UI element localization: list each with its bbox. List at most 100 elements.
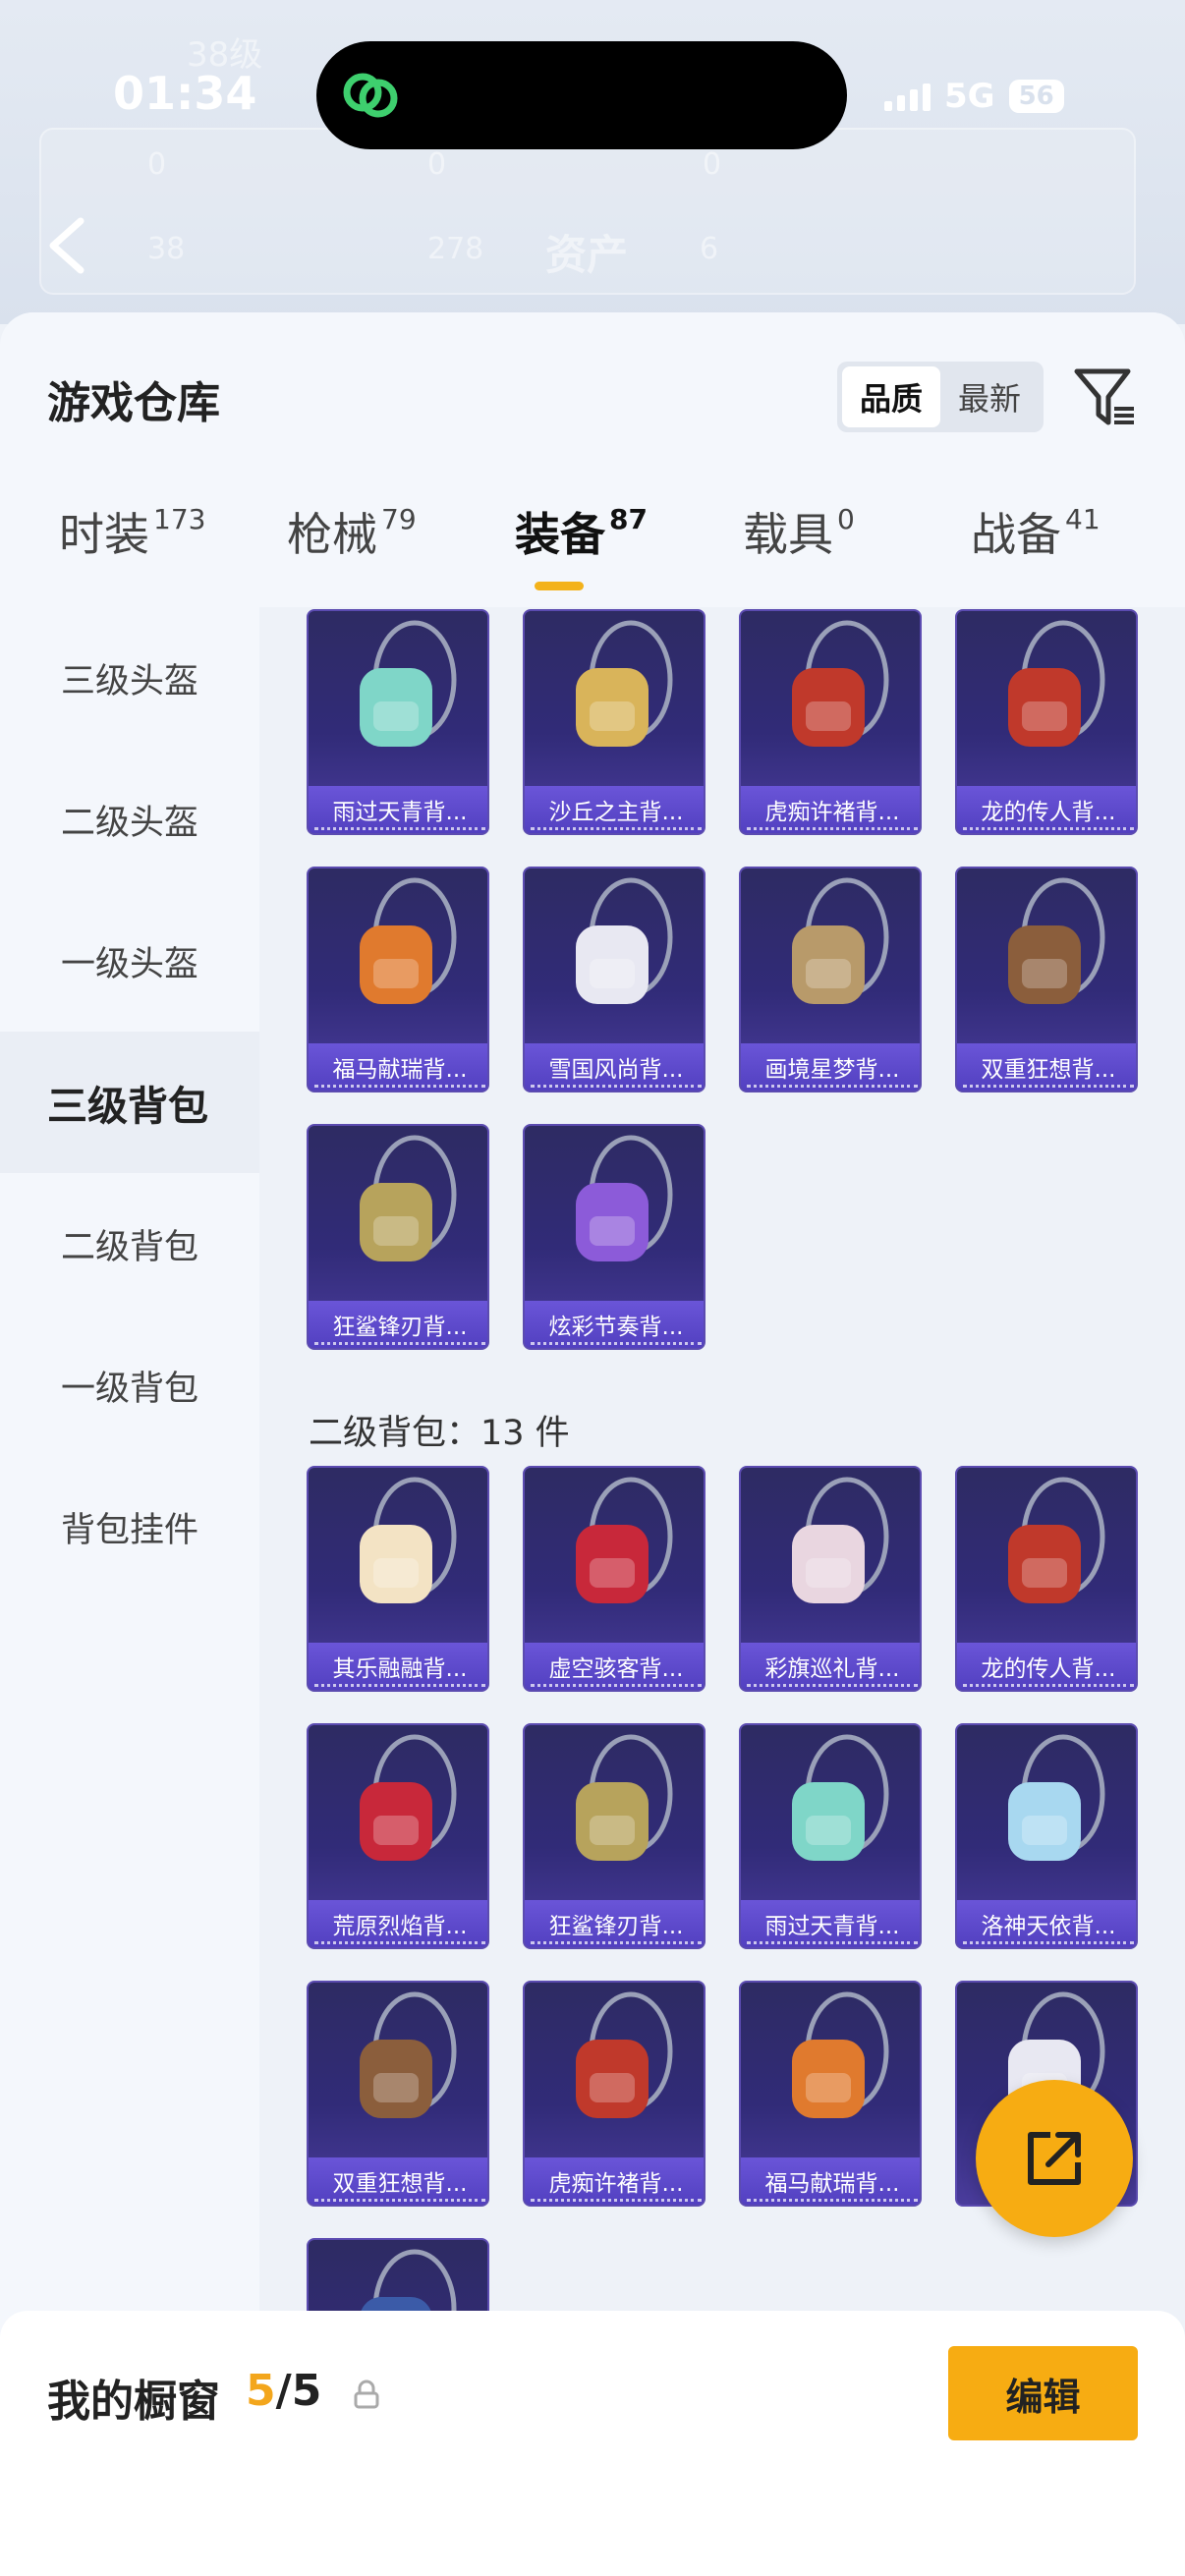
dynamic-island xyxy=(316,41,847,149)
item-card[interactable]: 炫彩节奏背... xyxy=(523,1124,705,1350)
item-card-label: 龙的传人背... xyxy=(957,1643,1136,1690)
backpack-icon xyxy=(1008,1477,1105,1603)
tab-vehicles[interactable]: 载具 0 xyxy=(743,499,855,564)
item-card[interactable]: 福马献瑞背... xyxy=(307,867,489,1092)
sort-toggle: 品质 最新 xyxy=(837,362,1044,432)
item-card-label: 雨过天青背... xyxy=(309,786,487,833)
panel-header: 游戏仓库 品质 最新 时装 173 枪械 79 装备 87 载具 0 战备 41 xyxy=(0,312,1185,607)
item-card-label: 虎痴许褚背... xyxy=(741,786,920,833)
showcase-title: 我的橱窗 xyxy=(47,2377,220,2427)
item-card[interactable]: 画境星梦背... xyxy=(739,867,922,1092)
share-icon xyxy=(1028,2132,1081,2185)
item-card-label: 福马献瑞背... xyxy=(309,1043,487,1091)
item-card-label: 雪国风尚背... xyxy=(525,1043,704,1091)
edit-button[interactable]: 编辑 xyxy=(948,2346,1138,2440)
item-card[interactable]: 洛神天依背... xyxy=(955,1723,1138,1949)
item-card[interactable]: 狂鲨锋刃背... xyxy=(307,1124,489,1350)
item-card-label: 其乐融融背... xyxy=(309,1643,487,1690)
tab-combat-gear[interactable]: 战备 41 xyxy=(971,499,1100,564)
item-card-label: 彩旗巡礼背... xyxy=(741,1643,920,1690)
backpack-icon xyxy=(792,877,889,1004)
stat-e: 278 xyxy=(427,232,484,266)
item-card-label: 龙的传人背... xyxy=(957,786,1136,833)
sort-latest-button[interactable]: 最新 xyxy=(940,366,1039,427)
section-title-level2: 二级背包：13 件 xyxy=(309,1414,570,1453)
sidebar-item-helmet-1[interactable]: 一级头盔 xyxy=(0,890,259,1032)
backpack-icon xyxy=(1008,1734,1105,1861)
stat-f: 6 xyxy=(700,232,719,266)
back-button[interactable] xyxy=(39,211,98,280)
item-card[interactable]: 雨过天青背... xyxy=(307,609,489,835)
item-card-label: 荒原烈焰背... xyxy=(309,1900,487,1947)
item-card[interactable]: 龙的传人背... xyxy=(955,1466,1138,1692)
backpack-icon xyxy=(360,1135,457,1261)
stat-d: 38 xyxy=(147,232,186,266)
share-button[interactable] xyxy=(976,2080,1133,2237)
item-card[interactable]: 双重狂想背... xyxy=(955,867,1138,1092)
item-card[interactable]: 雪国风尚背... xyxy=(523,867,705,1092)
item-card[interactable]: 荒原烈焰背... xyxy=(307,1723,489,1949)
item-card-label: 福马献瑞背... xyxy=(741,2157,920,2205)
item-card-label: 虎痴许褚背... xyxy=(525,2157,704,2205)
item-card[interactable]: 沙丘之主背... xyxy=(523,609,705,835)
sidebar-item-helmet-2[interactable]: 二级头盔 xyxy=(0,749,259,890)
item-card[interactable]: 虎痴许褚背... xyxy=(739,609,922,835)
backpack-icon xyxy=(360,1991,457,2118)
item-card[interactable]: 龙的传人背... xyxy=(955,609,1138,835)
item-grid: 二级背包：13 件 雨过天青背... 沙丘之主背... 虎痴许褚背... 龙的传人背.… xyxy=(259,607,1185,2576)
backpack-icon xyxy=(360,877,457,1004)
item-card-label: 洛神天依背... xyxy=(957,1900,1136,1947)
backpack-icon xyxy=(792,1734,889,1861)
sidebar-item-backpack-3[interactable]: 三级背包 xyxy=(0,1032,259,1173)
backpack-icon xyxy=(792,1477,889,1603)
item-card-label: 沙丘之主背... xyxy=(525,786,704,833)
backpack-icon xyxy=(792,620,889,747)
filter-icon[interactable] xyxy=(1071,364,1138,430)
item-card-label: 双重狂想背... xyxy=(309,2157,487,2205)
sidebar-item-backpack-charm[interactable]: 背包挂件 xyxy=(0,1456,259,1597)
network-type: 5G xyxy=(944,77,995,116)
showcase-count: 5/5 xyxy=(246,2366,322,2416)
item-card[interactable]: 彩旗巡礼背... xyxy=(739,1466,922,1692)
backpack-icon xyxy=(1008,877,1105,1004)
item-card[interactable]: 其乐融融背... xyxy=(307,1466,489,1692)
sidebar-item-backpack-1[interactable]: 一级背包 xyxy=(0,1315,259,1456)
item-card-label: 双重狂想背... xyxy=(957,1043,1136,1091)
item-card-label: 炫彩节奏背... xyxy=(525,1301,704,1348)
stat-b: 0 xyxy=(427,147,447,182)
item-card[interactable]: 狂鲨锋刃背... xyxy=(523,1723,705,1949)
status-time: 01:34 xyxy=(113,67,257,120)
category-tabs: 时装 173 枪械 79 装备 87 载具 0 战备 41 xyxy=(0,499,1185,607)
status-indicators: 5G 56 xyxy=(884,77,1064,116)
item-card-label: 画境星梦背... xyxy=(741,1043,920,1091)
sidebar-item-backpack-2[interactable]: 二级背包 xyxy=(0,1173,259,1315)
backpack-icon xyxy=(360,1734,457,1861)
assets-title: 资产 xyxy=(545,231,629,279)
item-card[interactable]: 福马献瑞背... xyxy=(739,1981,922,2207)
item-card[interactable]: 雨过天青背... xyxy=(739,1723,922,1949)
app-logo-icon xyxy=(343,73,398,118)
sidebar-item-helmet-3[interactable]: 三级头盔 xyxy=(0,607,259,749)
tab-firearms[interactable]: 枪械 79 xyxy=(287,499,417,564)
backpack-icon xyxy=(360,620,457,747)
tab-equipment[interactable]: 装备 87 xyxy=(515,499,648,590)
tab-fashion[interactable]: 时装 173 xyxy=(59,499,205,564)
item-card[interactable]: 虎痴许褚背... xyxy=(523,1981,705,2207)
backpack-icon xyxy=(576,877,673,1004)
backpack-icon xyxy=(576,1135,673,1261)
backpack-icon xyxy=(792,1991,889,2118)
warehouse-panel: 游戏仓库 品质 最新 时装 173 枪械 79 装备 87 载具 0 战备 41 三级头盔… xyxy=(0,312,1185,2576)
page-title: 游戏仓库 xyxy=(47,378,220,428)
backpack-icon xyxy=(1008,620,1105,747)
item-card-label: 虚空骇客背... xyxy=(525,1643,704,1690)
stat-a: 0 xyxy=(147,147,167,182)
battery-level: 56 xyxy=(1008,80,1064,113)
signal-icon xyxy=(884,82,931,111)
item-card[interactable]: 虚空骇客背... xyxy=(523,1466,705,1692)
stat-c: 0 xyxy=(703,147,722,182)
sidebar: 三级头盔 二级头盔 一级头盔 三级背包 二级背包 一级背包 背包挂件 xyxy=(0,607,259,2576)
item-card[interactable]: 双重狂想背... xyxy=(307,1981,489,2207)
backpack-icon xyxy=(576,1734,673,1861)
sort-quality-button[interactable]: 品质 xyxy=(842,366,940,427)
showcase-bar: 我的橱窗 5/5 编辑 xyxy=(0,2311,1185,2576)
